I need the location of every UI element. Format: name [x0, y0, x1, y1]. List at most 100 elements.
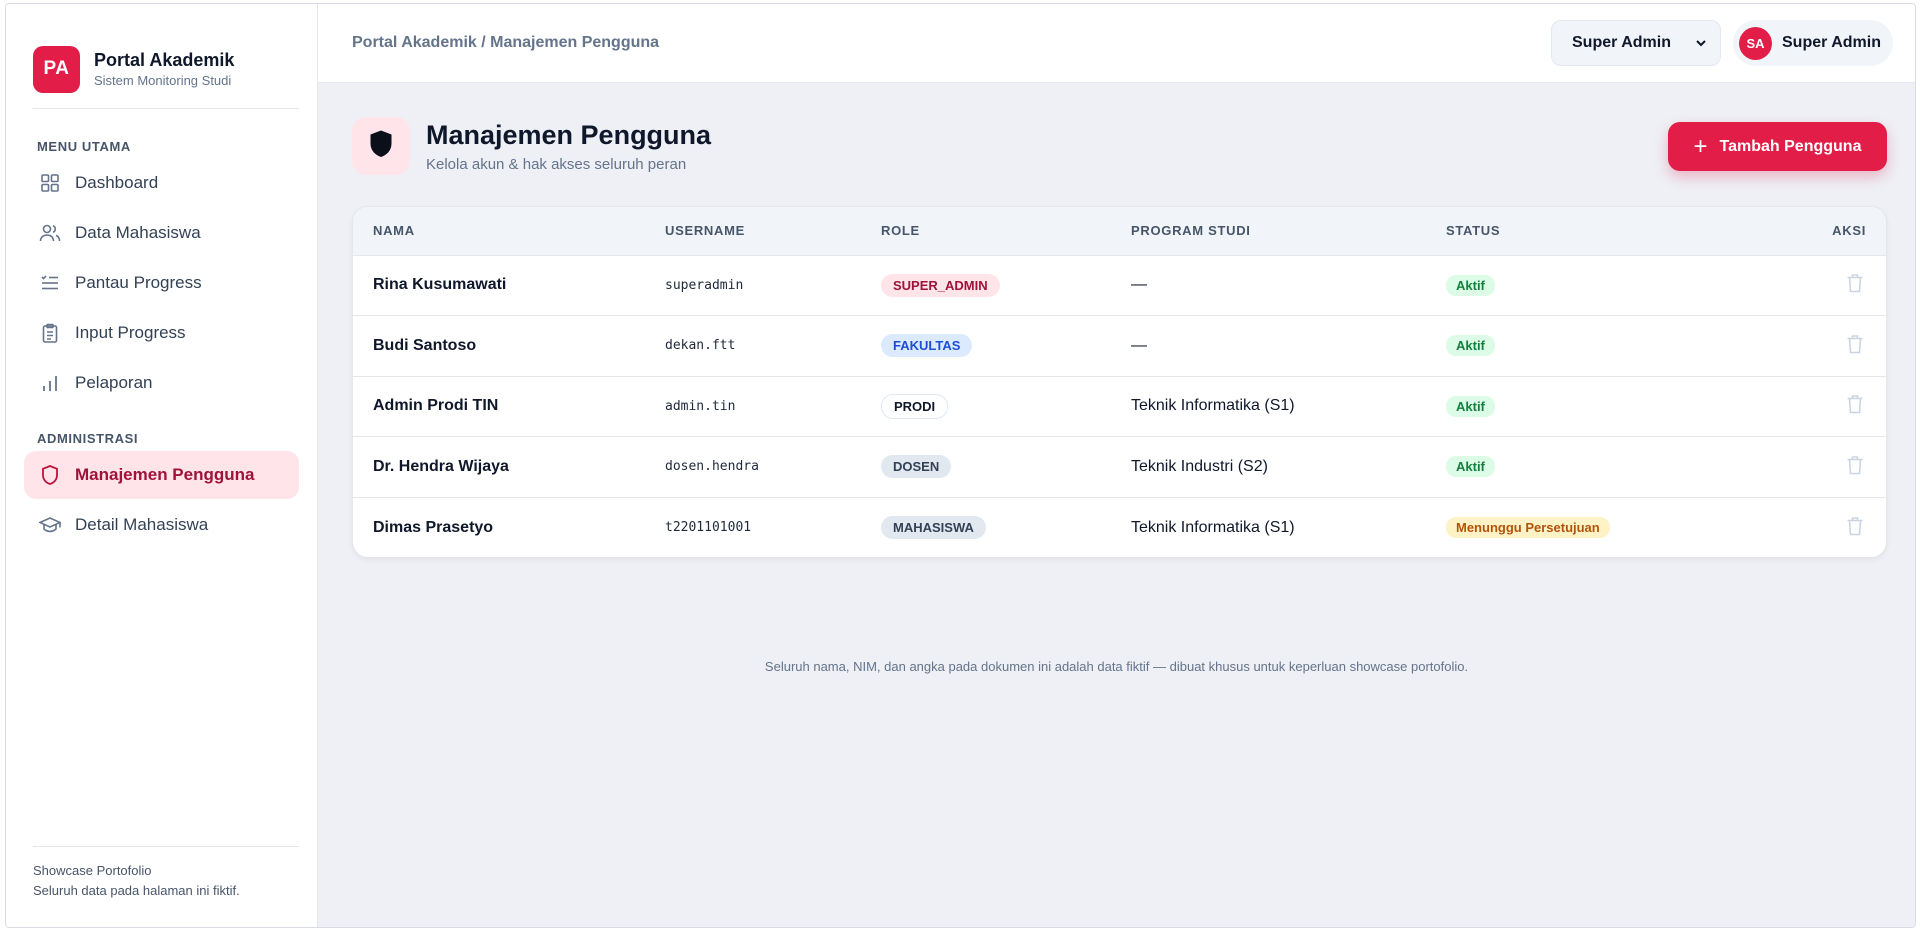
brand-logo: PA — [33, 45, 80, 93]
role-badge: SUPER_ADMIN — [881, 273, 1000, 297]
chevron-down-icon — [1694, 36, 1708, 55]
cell-status: Menunggu Persetujuan — [1446, 497, 1736, 557]
cell-username: dekan.ftt — [665, 338, 736, 354]
role-badge: DOSEN — [881, 455, 952, 479]
sidebar-item-detail-mahasiswa[interactable]: Detail Mahasiswa — [24, 501, 299, 549]
graduation-cap-icon — [39, 514, 61, 536]
role-select-value: Super Admin — [1572, 34, 1671, 51]
status-badge: Aktif — [1446, 395, 1495, 417]
cell-actions — [1736, 316, 1886, 377]
footer-line-2: Seluruh data pada halaman ini fiktif. — [33, 883, 240, 898]
cell-actions — [1736, 376, 1886, 437]
cell-prodi: — — [1131, 276, 1147, 294]
sidebar: PA Portal Akademik Sistem Monitoring Stu… — [6, 4, 318, 927]
users-icon — [39, 222, 61, 244]
cell-username: superadmin — [665, 277, 744, 293]
cell-username: t2201101001 — [665, 520, 752, 535]
table-row[interactable]: Rina Kusumawati superadmin SUPER_ADMIN —… — [353, 255, 1886, 316]
add-user-button[interactable]: + Tambah Pengguna — [1668, 122, 1887, 171]
table-row[interactable]: Dimas Prasetyo t2201101001 MAHASISWA Tek… — [353, 497, 1886, 557]
column-header-program-studi[interactable]: PROGRAM STUDI — [1131, 207, 1446, 255]
grid-icon — [39, 172, 61, 194]
page-icon-badge — [352, 117, 410, 175]
cell-status: Aktif — [1446, 255, 1736, 316]
page-header: Manajemen Pengguna Kelola akun & hak aks… — [352, 117, 711, 175]
user-menu[interactable]: SA Super Admin — [1733, 20, 1893, 66]
sidebar-item-label: Pelaporan — [75, 373, 153, 392]
column-header-nama[interactable]: NAMA — [353, 207, 665, 255]
cell-role: FAKULTAS — [881, 316, 1131, 377]
cell-role: DOSEN — [881, 437, 1131, 498]
cell-username: dosen.hendra — [665, 459, 759, 475]
table-row[interactable]: Admin Prodi TIN admin.tin PRODI Teknik I… — [353, 376, 1886, 437]
status-badge: Aktif — [1446, 456, 1495, 478]
page-title: Manajemen Pengguna — [426, 119, 712, 150]
cell-role: PRODI — [881, 376, 1131, 437]
sidebar-item-pantau-progress[interactable]: Pantau Progress — [24, 259, 299, 307]
sidebar-item-label: Detail Mahasiswa — [75, 515, 209, 534]
disclaimer: Seluruh nama, NIM, dan angka pada dokume… — [764, 659, 1469, 674]
cell-name: Admin Prodi TIN — [373, 397, 499, 415]
sidebar-item-manajemen-pengguna[interactable]: Manajemen Pengguna — [24, 451, 299, 499]
breadcrumb: Portal Akademik / Manajemen Pengguna — [352, 34, 660, 51]
brand-title: Portal Akademik — [94, 50, 235, 70]
trash-icon[interactable] — [1844, 333, 1866, 355]
sidebar-item-label: Pantau Progress — [75, 273, 202, 292]
app-window: PA Portal Akademik Sistem Monitoring Stu… — [5, 3, 1916, 928]
sidebar-item-pelaporan[interactable]: Pelaporan — [24, 359, 299, 407]
trash-icon[interactable] — [1844, 393, 1866, 415]
trash-icon[interactable] — [1844, 454, 1866, 476]
sidebar-item-label: Dashboard — [75, 173, 159, 192]
nav-heading-menu-utama: MENU UTAMA — [37, 139, 131, 154]
brand-subtitle: Sistem Monitoring Studi — [94, 73, 232, 88]
status-badge: Aktif — [1446, 274, 1495, 296]
cell-prodi: — — [1131, 336, 1147, 354]
status-badge: Aktif — [1446, 335, 1495, 357]
table-row[interactable]: Dr. Hendra Wijaya dosen.hendra DOSEN Tek… — [353, 436, 1886, 498]
column-header-role[interactable]: ROLE — [881, 207, 1131, 255]
cell-role: SUPER_ADMIN — [881, 255, 1131, 316]
cell-username: admin.tin — [665, 398, 736, 414]
column-header-username[interactable]: USERNAME — [665, 207, 881, 255]
sidebar-footer: Showcase Portofolio Seluruh data pada ha… — [33, 846, 299, 901]
cell-name: Dimas Prasetyo — [373, 518, 494, 536]
sidebar-item-input-progress[interactable]: Input Progress — [24, 309, 299, 357]
column-header-status[interactable]: STATUS — [1446, 207, 1736, 255]
table-row[interactable]: Budi Santoso dekan.ftt FAKULTAS — Aktif — [353, 315, 1886, 377]
sidebar-item-label: Manajemen Pengguna — [75, 465, 255, 484]
sidebar-item-label: Data Mahasiswa — [75, 223, 201, 242]
cell-status: Aktif — [1446, 316, 1736, 377]
cell-name: Budi Santoso — [373, 336, 477, 354]
cell-actions — [1736, 255, 1886, 316]
trash-icon[interactable] — [1844, 272, 1866, 294]
cell-role: MAHASISWA — [881, 497, 1131, 557]
plus-icon: + — [1693, 132, 1708, 160]
role-select[interactable]: Super Admin — [1551, 20, 1721, 66]
column-header-aksi: AKSI — [1832, 223, 1866, 239]
brand-text: Portal Akademik Sistem Monitoring Studi — [94, 50, 234, 88]
role-badge: PRODI — [881, 393, 949, 419]
cell-actions — [1736, 497, 1886, 557]
cell-prodi: Teknik Informatika (S1) — [1131, 518, 1295, 536]
sidebar-item-dashboard[interactable]: Dashboard — [24, 159, 299, 207]
nav-heading-administrasi: ADMINISTRASI — [37, 431, 139, 446]
users-table: NAMA USERNAME ROLE PROGRAM STUDI STATUS … — [353, 207, 1886, 557]
list-check-icon — [39, 272, 61, 294]
clipboard-icon — [39, 322, 61, 344]
shield-icon — [368, 129, 394, 164]
cell-actions — [1736, 437, 1886, 498]
brand: PA Portal Akademik Sistem Monitoring Stu… — [6, 4, 317, 108]
page-header-text: Manajemen Pengguna Kelola akun & hak aks… — [426, 120, 711, 173]
sidebar-item-data-mahasiswa[interactable]: Data Mahasiswa — [24, 209, 299, 257]
trash-icon[interactable] — [1844, 515, 1866, 537]
cell-name: Dr. Hendra Wijaya — [373, 457, 509, 475]
add-user-button-label: Tambah Pengguna — [1719, 137, 1862, 155]
main-content: Portal Akademik / Manajemen Pengguna Sup… — [318, 4, 1915, 927]
bar-chart-icon — [39, 372, 61, 394]
avatar: SA — [1739, 26, 1772, 60]
shield-icon — [39, 464, 61, 486]
cell-name: Rina Kusumawati — [373, 276, 507, 294]
user-name: Super Admin — [1782, 34, 1881, 51]
cell-prodi: Teknik Industri (S2) — [1131, 457, 1268, 475]
sidebar-item-label: Input Progress — [75, 323, 186, 342]
